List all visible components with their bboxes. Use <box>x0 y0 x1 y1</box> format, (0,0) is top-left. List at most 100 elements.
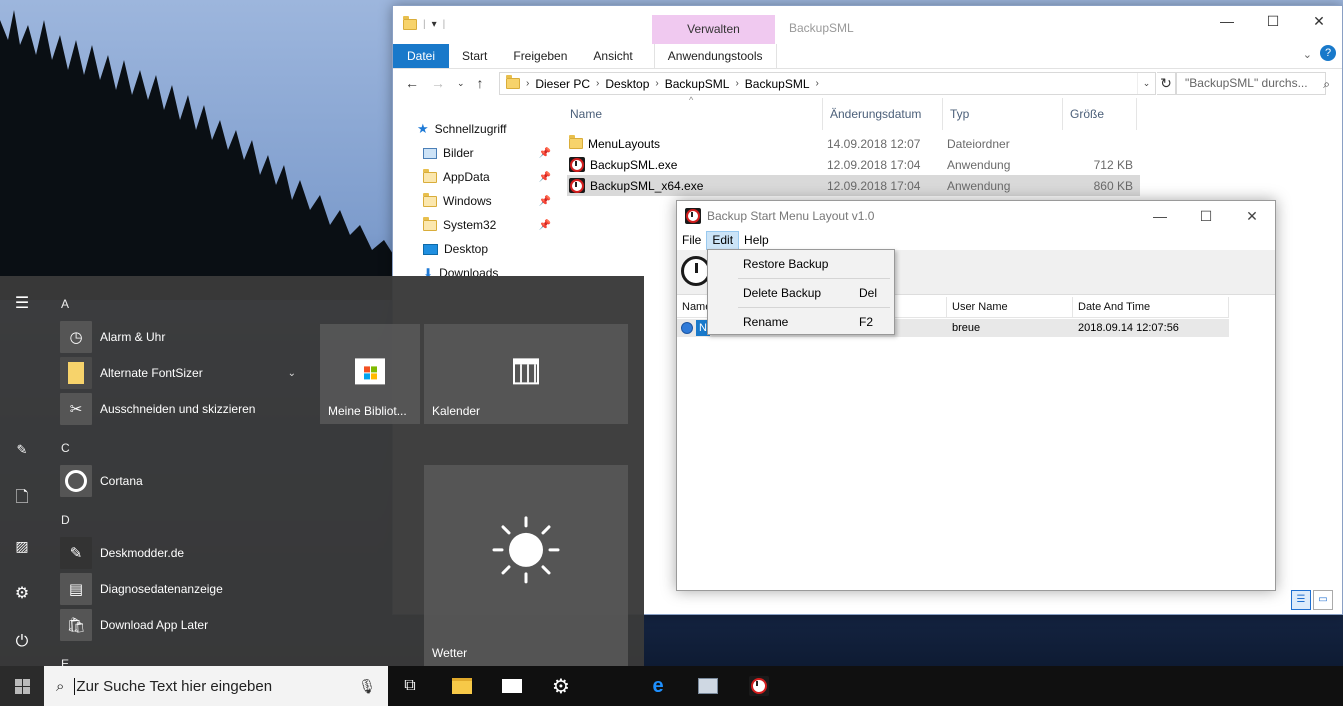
tab-ansicht[interactable]: Ansicht <box>580 44 645 68</box>
app-alternate-fontsizer[interactable]: Alternate FontSizer ⌄ <box>60 357 300 389</box>
tile-kalender[interactable]: Kalender <box>424 324 628 424</box>
chevron-right-icon[interactable]: › <box>735 78 738 89</box>
file-explorer-icon[interactable] <box>450 674 474 698</box>
column-size[interactable]: Größe <box>1063 98 1137 130</box>
menu-bar: File Edit Help <box>677 231 774 250</box>
tab-datei[interactable]: Datei <box>393 44 450 68</box>
task-view-icon[interactable]: ⧉ <box>398 674 422 698</box>
section-letter[interactable]: D <box>61 513 70 527</box>
menu-item-shortcut: Del <box>859 286 878 300</box>
chevron-down-icon[interactable]: ⌄ <box>288 368 296 379</box>
sun-icon <box>492 515 560 583</box>
up-arrow-icon[interactable]: ↑ <box>477 75 484 91</box>
tab-anwendungstools[interactable]: Anwendungstools <box>653 44 777 68</box>
large-icons-view-icon[interactable]: ▭ <box>1313 590 1333 610</box>
search-input[interactable]: Zur Suche Text hier eingeben <box>74 677 272 695</box>
column-date-time[interactable]: Date And Time <box>1073 297 1229 317</box>
quick-access-dropdown-icon[interactable]: ▾ <box>432 19 437 30</box>
minimize-button[interactable]: — <box>1204 6 1250 36</box>
tile-meine-bibliothek[interactable]: Meine Bibliot... <box>320 324 420 424</box>
backup-app-taskbar-icon[interactable] <box>747 674 771 698</box>
app-download-app-later[interactable]: 🛍 Download App Later <box>60 609 300 641</box>
nav-item-appdata[interactable]: AppData 📌 <box>423 166 551 188</box>
folder-icon <box>506 75 520 89</box>
app-deskmodder[interactable]: ✎ Deskmodder.de <box>60 537 300 569</box>
close-button[interactable]: ✕ <box>1296 6 1342 36</box>
microphone-icon[interactable]: 🎙 <box>358 678 376 695</box>
menu-item-rename[interactable]: Rename F2 <box>709 310 893 334</box>
nav-item-windows[interactable]: Windows 📌 <box>423 190 551 212</box>
breadcrumb-item[interactable]: BackupSML <box>745 77 810 91</box>
nav-item-quick-access[interactable]: ★ Schnellzugriff <box>417 118 545 140</box>
chevron-right-icon[interactable]: › <box>816 78 819 89</box>
taskbar-search-box[interactable]: ⌕ Zur Suche Text hier eingeben 🎙 <box>44 666 388 706</box>
close-button[interactable]: ✕ <box>1229 201 1275 231</box>
details-view-icon[interactable]: ☰ <box>1291 590 1311 610</box>
address-bar[interactable]: › Dieser PC › Desktop › BackupSML › Back… <box>499 72 1156 95</box>
section-letter[interactable]: E <box>61 657 69 666</box>
file-name: BackupSML_x64.exe <box>590 178 704 193</box>
control-panel-icon[interactable] <box>696 674 720 698</box>
column-user-name[interactable]: User Name <box>947 297 1073 317</box>
nav-item-system32[interactable]: System32 📌 <box>423 214 551 236</box>
menu-file[interactable]: File <box>677 231 706 250</box>
app-diagnosedatenanzeige[interactable]: ▤ Diagnosedatenanzeige <box>60 573 300 605</box>
minimize-button[interactable]: — <box>1137 201 1183 231</box>
section-letter[interactable]: A <box>61 297 69 311</box>
search-icon[interactable]: ⌕ <box>1323 77 1330 92</box>
menu-edit[interactable]: Edit <box>706 231 740 250</box>
nav-item-desktop[interactable]: Desktop <box>423 238 551 260</box>
breadcrumb-item[interactable]: Dieser PC <box>535 77 590 91</box>
forward-arrow-icon[interactable]: → <box>431 75 445 91</box>
breadcrumb-item[interactable]: BackupSML <box>665 77 730 91</box>
address-dropdown-icon[interactable]: ⌄ <box>1137 73 1155 94</box>
section-letter[interactable]: C <box>61 441 70 455</box>
column-type[interactable]: Typ <box>943 98 1063 130</box>
pictures-icon[interactable]: ▨ <box>12 536 32 556</box>
chevron-right-icon[interactable]: › <box>596 78 599 89</box>
app-label: Ausschneiden und skizzieren <box>100 402 256 416</box>
search-input[interactable]: "BackupSML" durchs... <box>1176 72 1326 95</box>
brush-icon: ✎ <box>60 537 92 569</box>
backup-user: breue <box>952 322 981 334</box>
tile-wetter[interactable]: Wetter <box>424 465 628 666</box>
refresh-button[interactable]: ↻ <box>1157 72 1176 95</box>
tab-start[interactable]: Start <box>449 44 500 68</box>
file-row-selected[interactable]: BackupSML_x64.exe 12.09.2018 17:04 Anwen… <box>567 175 1140 196</box>
column-date[interactable]: Änderungsdatum <box>823 98 943 130</box>
expand-ribbon-icon[interactable]: ⌄ <box>1303 48 1312 61</box>
chevron-right-icon[interactable]: › <box>526 78 529 89</box>
menu-item-delete-backup[interactable]: Delete Backup Del <box>709 281 893 305</box>
column-name[interactable]: Name <box>563 98 823 130</box>
file-row[interactable]: BackupSML.exe 12.09.2018 17:04 Anwendung… <box>567 154 1140 175</box>
hamburger-menu-icon[interactable]: ☰ <box>12 294 32 314</box>
chevron-right-icon[interactable]: › <box>655 78 658 89</box>
menu-item-restore-backup[interactable]: Restore Backup <box>709 252 893 276</box>
nav-item-bilder[interactable]: Bilder 📌 <box>423 142 551 164</box>
start-button[interactable] <box>0 666 44 706</box>
maximize-button[interactable]: ☐ <box>1183 201 1229 231</box>
mail-icon[interactable] <box>500 674 524 698</box>
power-icon[interactable]: ⏻ <box>12 632 32 652</box>
pen-icon[interactable]: ✎ <box>12 440 32 460</box>
app-cortana[interactable]: Cortana <box>60 465 300 497</box>
recent-locations-icon[interactable]: ⌄ <box>457 78 465 89</box>
help-icon[interactable]: ? <box>1320 45 1336 61</box>
breadcrumb-item[interactable]: Desktop <box>605 77 649 91</box>
menu-help[interactable]: Help <box>739 231 774 250</box>
taskbar: ⌕ Zur Suche Text hier eingeben 🎙 ⧉ ⚙ e <box>0 666 1343 706</box>
maximize-button[interactable]: ☐ <box>1250 6 1296 36</box>
tab-freigeben[interactable]: Freigeben <box>500 44 580 68</box>
app-ausschneiden-skizzieren[interactable]: ✂ Ausschneiden und skizzieren <box>60 393 300 425</box>
file-date: 12.09.2018 17:04 <box>827 178 921 193</box>
file-type: Dateiordner <box>947 136 1010 151</box>
settings-gear-icon[interactable]: ⚙ <box>549 674 573 698</box>
menu-item-shortcut: F2 <box>859 315 874 329</box>
folder-icon <box>423 168 437 183</box>
gear-icon[interactable]: ⚙ <box>12 584 32 604</box>
file-row[interactable]: MenuLayouts 14.09.2018 12:07 Dateiordner <box>567 133 1140 154</box>
app-alarm-uhr[interactable]: ◷ Alarm & Uhr <box>60 321 300 353</box>
edge-icon[interactable]: e <box>646 674 670 698</box>
back-arrow-icon[interactable]: ← <box>405 75 419 91</box>
document-icon[interactable]: 🗋 <box>12 488 32 508</box>
